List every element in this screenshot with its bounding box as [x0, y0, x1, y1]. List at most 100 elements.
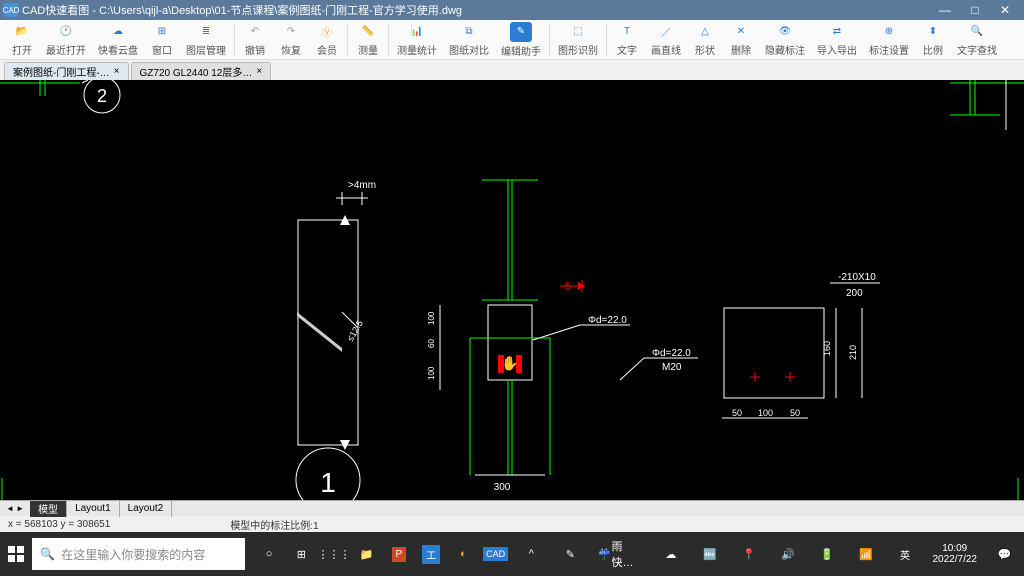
redo-icon: ↷ [282, 23, 300, 41]
tool-label: 文字 [617, 42, 637, 57]
tool-compare[interactable]: ⧉图纸对比 [443, 20, 495, 60]
tool-recognize[interactable]: ⬚图形识别 [552, 20, 604, 60]
tool-label: 比例 [923, 42, 943, 57]
tool-undo[interactable]: ↶撤销 [237, 20, 273, 60]
tool-layers[interactable]: ≣图层管理 [180, 20, 232, 60]
layers-icon: ≣ [197, 23, 215, 41]
layout-tabs: ◄ ►模型Layout1Layout2 [0, 500, 1024, 516]
drawing-canvas[interactable]: 2 >4mm ≤12.5 1 [0, 80, 1024, 500]
tool-label: 测量统计 [397, 42, 437, 57]
cortana-icon[interactable]: ○ [253, 532, 285, 576]
tool-label: 图纸对比 [449, 42, 489, 57]
svg-text:5: 5 [565, 281, 571, 293]
tool-label: 撤销 [245, 42, 265, 57]
tool-label: 标注设置 [869, 42, 909, 57]
svg-text:>4mm: >4mm [348, 180, 376, 191]
svg-text:M20: M20 [662, 362, 682, 373]
tool-label: 恢复 [281, 42, 301, 57]
svg-text:160: 160 [822, 341, 832, 356]
tool-vip[interactable]: Ⓥ会员 [309, 20, 345, 60]
tool-search-text[interactable]: 🔍文字查找 [951, 20, 1003, 60]
tool-label: 打开 [12, 42, 32, 57]
notification-icon[interactable]: 💬 [985, 532, 1024, 576]
powerpoint-icon[interactable]: P [383, 532, 415, 576]
document-tab[interactable]: 案例图纸-门刚工程-…× [4, 62, 129, 80]
weather-widget[interactable]: ☔ 雨快… [590, 538, 652, 570]
battery-icon[interactable]: 🔋 [807, 532, 846, 576]
tool-clock[interactable]: 🕐最近打开 [40, 20, 92, 60]
tool-label: 形状 [695, 42, 715, 57]
tool-label: 文字查找 [957, 42, 997, 57]
titlebar: CAD CAD快速看图 - C:\Users\qijl-a\Desktop\01… [0, 0, 1024, 20]
tool-label: 测量 [358, 42, 378, 57]
tool-import[interactable]: ⇄导入导出 [811, 20, 863, 60]
tool-window[interactable]: ⊞窗口 [144, 20, 180, 60]
location-icon[interactable]: 📍 [729, 532, 768, 576]
tab-close-icon[interactable]: × [256, 66, 262, 77]
layout-tab-Layout2[interactable]: Layout2 [120, 501, 173, 517]
svg-text:Φd=22.0: Φd=22.0 [588, 315, 627, 326]
tool-ruler[interactable]: 📏测量 [350, 20, 386, 60]
pen-icon[interactable]: ✎ [551, 532, 590, 576]
app2-icon[interactable]: ◐ [447, 532, 479, 576]
tool-label: 编辑助手 [501, 43, 541, 58]
svg-text:100: 100 [427, 311, 436, 325]
tool-stats[interactable]: 📊测量统计 [391, 20, 443, 60]
window-title: CAD快速看图 - C:\Users\qijl-a\Desktop\01-节点课… [22, 2, 462, 18]
tool-label: 图形识别 [558, 42, 598, 57]
tool-folder-open[interactable]: 📂打开 [4, 20, 40, 60]
minimize-button[interactable]: — [930, 0, 960, 20]
annotation-scale: 模型中的标注比例:1 [230, 517, 318, 532]
maximize-button[interactable]: □ [960, 0, 990, 20]
tool-label: 删除 [731, 42, 751, 57]
windows-taskbar: 🔍 在这里输入你要搜索的内容 ○ ⊞ ⋮⋮⋮ 📁 P 工 ◐ CAD ^ ✎ ☔… [0, 532, 1024, 576]
tool-scale[interactable]: ⬍比例 [915, 20, 951, 60]
tool-cloud[interactable]: ☁快看云盘 [92, 20, 144, 60]
import-icon: ⇄ [828, 23, 846, 41]
wifi-icon[interactable]: 📶 [846, 532, 885, 576]
search-placeholder: 在这里输入你要搜索的内容 [61, 546, 205, 563]
close-button[interactable]: ✕ [990, 0, 1020, 20]
clock[interactable]: 10:09 2022/7/22 [924, 543, 985, 565]
layout-tab-模型[interactable]: 模型 [30, 501, 67, 517]
taskbar-search[interactable]: 🔍 在这里输入你要搜索的内容 [32, 538, 245, 570]
tray-up-icon[interactable]: ^ [512, 532, 551, 576]
task-view-icon[interactable]: ⊞ [285, 532, 317, 576]
svg-text:200: 200 [846, 288, 863, 299]
cad-app-icon[interactable]: CAD [480, 532, 512, 576]
svg-text:50: 50 [790, 408, 800, 418]
text-icon: T [618, 23, 636, 41]
tool-redo[interactable]: ↷恢复 [273, 20, 309, 60]
volume-icon[interactable]: 🔊 [768, 532, 807, 576]
svg-text:210: 210 [848, 345, 858, 360]
tool-shape[interactable]: △形状 [687, 20, 723, 60]
app1-icon[interactable]: 工 [415, 532, 447, 576]
explorer-icon[interactable]: 📁 [351, 532, 383, 576]
start-button[interactable] [0, 532, 32, 576]
onedrive-icon[interactable]: ☁ [651, 532, 690, 576]
clock-icon: 🕐 [57, 23, 75, 41]
tool-text[interactable]: T文字 [609, 20, 645, 60]
tool-label: 会员 [317, 42, 337, 57]
cloud-icon: ☁ [109, 23, 127, 41]
tool-annotation[interactable]: ⊕标注设置 [863, 20, 915, 60]
layout-tab-Layout1[interactable]: Layout1 [67, 501, 120, 517]
document-tab[interactable]: GZ720 GL2440 12层多… × [131, 62, 272, 80]
folder-open-icon: 📂 [13, 23, 31, 41]
tool-line[interactable]: ／画直线 [645, 20, 687, 60]
main-toolbar: 📂打开🕐最近打开☁快看云盘⊞窗口≣图层管理↶撤销↷恢复Ⓥ会员📏测量📊测量统计⧉图… [0, 20, 1024, 60]
window-icon: ⊞ [153, 23, 171, 41]
svg-text:50: 50 [732, 408, 742, 418]
tool-delete[interactable]: ✕删除 [723, 20, 759, 60]
lang-icon[interactable]: 英 [885, 532, 924, 576]
ime-icon[interactable]: 🔤 [690, 532, 729, 576]
svg-text:100: 100 [427, 366, 436, 380]
tool-label: 快看云盘 [98, 42, 138, 57]
tool-label: 窗口 [152, 42, 172, 57]
apps-icon[interactable]: ⋮⋮⋮ [318, 532, 351, 576]
tool-hide[interactable]: 👁隐藏标注 [759, 20, 811, 60]
svg-text:1: 1 [320, 467, 336, 498]
search-icon: 🔍 [40, 547, 55, 561]
tool-edit-assist[interactable]: ✎编辑助手 [495, 20, 547, 60]
tab-close-icon[interactable]: × [114, 66, 120, 77]
